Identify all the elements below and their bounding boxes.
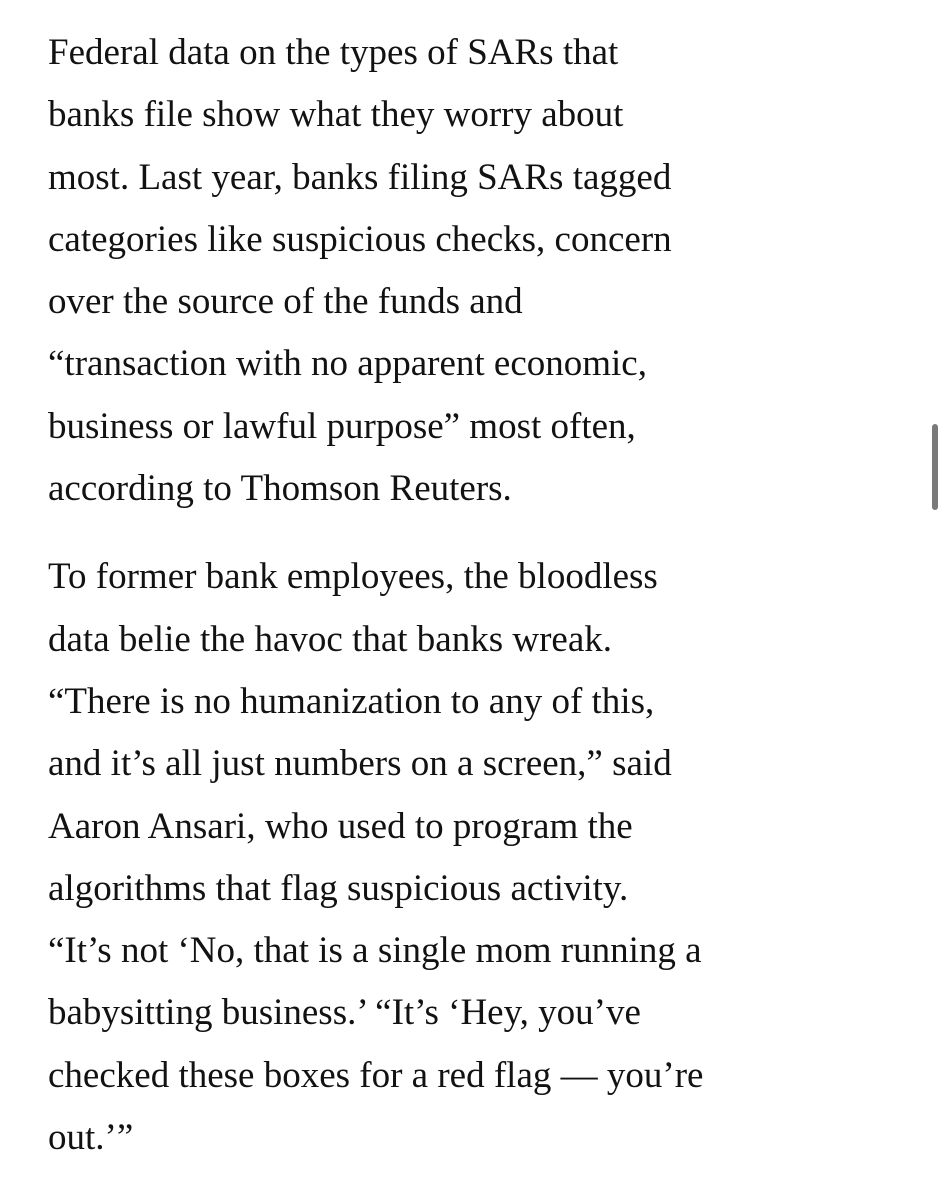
text-line: To former bank employees, the bloodless bbox=[48, 556, 658, 598]
text-line: out.’” bbox=[48, 1117, 134, 1159]
text-line: banks file show what they worry about bbox=[48, 94, 624, 136]
text-line: checked these boxes for a red flag — you… bbox=[48, 1054, 704, 1096]
text-line: most. Last year, banks filing SARs tagge… bbox=[48, 156, 672, 198]
paragraph-sar-data: Federal data on the types of SARs that b… bbox=[48, 22, 908, 520]
text-line: babysitting business.’ “It’s ‘Hey, you’v… bbox=[48, 992, 641, 1034]
text-line: Aaron Ansari, who used to program the bbox=[48, 805, 633, 847]
article-body: Federal data on the types of SARs that b… bbox=[48, 22, 908, 1169]
text-line: “transaction with no apparent economic, bbox=[48, 343, 647, 385]
text-line: and it’s all just numbers on a screen,” … bbox=[48, 743, 672, 785]
text-line: algorithms that flag suspicious activity… bbox=[48, 867, 629, 909]
paragraph-former-employees: To former bank employees, the bloodless … bbox=[48, 546, 908, 1169]
text-line: Federal data on the types of SARs that bbox=[48, 32, 619, 73]
text-line: according to Thomson Reuters. bbox=[48, 468, 512, 510]
text-line: over the source of the funds and bbox=[48, 281, 523, 323]
text-line: “It’s not ‘No, that is a single mom runn… bbox=[48, 930, 702, 972]
text-line: data belie the havoc that banks wreak. bbox=[48, 618, 613, 660]
text-line: business or lawful purpose” most often, bbox=[48, 405, 636, 447]
text-line: categories like suspicious checks, conce… bbox=[48, 218, 672, 260]
scrollbar-thumb[interactable] bbox=[932, 424, 938, 510]
text-line: “There is no humanization to any of this… bbox=[48, 680, 655, 722]
